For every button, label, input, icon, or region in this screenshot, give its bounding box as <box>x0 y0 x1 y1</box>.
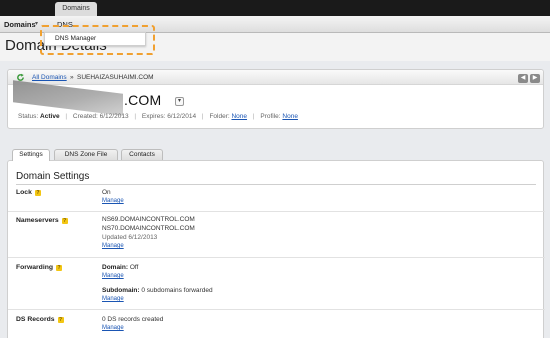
lock-label: Lock? <box>16 189 41 196</box>
profile-link[interactable]: None <box>282 113 298 120</box>
breadcrumb-current: SUEHAIZASUHAIMI.COM <box>77 74 154 81</box>
breadcrumb: All Domains » SUEHAIZASUHAIMI.COM ◀ ▶ <box>8 70 543 85</box>
help-icon[interactable]: ? <box>34 190 41 196</box>
divider <box>8 257 545 258</box>
forwarding-subdomain: Subdomain: 0 subdomains forwarded <box>102 287 213 294</box>
status-value: Active <box>40 113 60 120</box>
lock-value: On <box>102 189 111 196</box>
chevron-left-icon: ◀ <box>520 75 526 81</box>
nameserver-1: NS69.DOMAINCONTROL.COM <box>102 216 195 223</box>
breadcrumb-separator: » <box>70 74 74 81</box>
prev-domain-button[interactable]: ◀ <box>518 74 528 83</box>
nameserver-2: NS70.DOMAINCONTROL.COM <box>102 225 195 232</box>
tab-settings[interactable]: Settings <box>12 149 50 161</box>
next-domain-button[interactable]: ▶ <box>530 74 540 83</box>
divider <box>8 309 545 310</box>
top-tab-domains[interactable]: Domains <box>55 2 97 16</box>
forwarding-domain: Domain: Off <box>102 264 139 271</box>
top-bar: Domains <box>0 0 550 16</box>
help-icon[interactable]: ? <box>57 317 64 323</box>
tab-contacts[interactable]: Contacts <box>121 149 163 160</box>
help-icon[interactable]: ? <box>56 265 63 271</box>
expires-value: 6/12/2014 <box>167 113 197 120</box>
forwarding-subdomain-manage-link[interactable]: Manage <box>102 296 124 302</box>
nav-domains-menu[interactable]: Domains <box>4 20 36 29</box>
created-value: 6/12/2013 <box>99 113 129 120</box>
nameservers-label: Nameservers? <box>16 217 68 224</box>
highlight-box <box>40 25 155 55</box>
ds-records-value: 0 DS records created <box>102 316 164 323</box>
breadcrumb-all-domains[interactable]: All Domains <box>32 74 67 81</box>
help-icon[interactable]: ? <box>61 218 68 224</box>
ds-records-manage-link[interactable]: Manage <box>102 325 124 331</box>
settings-panel: Domain Settings Lock? On Manage Nameserv… <box>7 160 545 338</box>
divider <box>8 211 545 212</box>
redaction-block <box>13 80 123 116</box>
status-line: Status: Active | Created: 6/12/2013 | Ex… <box>18 113 298 120</box>
folder-link[interactable]: None <box>231 113 247 120</box>
forwarding-label: Forwarding? <box>16 264 63 271</box>
domain-info-panel: All Domains » SUEHAIZASUHAIMI.COM ◀ ▶ .C… <box>7 69 544 129</box>
chevron-right-icon: ▶ <box>532 75 538 81</box>
tab-dns-zone-file[interactable]: DNS Zone File <box>54 149 118 160</box>
ds-records-label: DS Records? <box>16 316 64 323</box>
chevron-down-icon[interactable]: ▾ <box>35 20 38 27</box>
settings-title: Domain Settings <box>16 171 90 182</box>
lock-manage-link[interactable]: Manage <box>102 198 124 204</box>
nameservers-updated: Updated 6/12/2013 <box>102 234 158 241</box>
forwarding-domain-manage-link[interactable]: Manage <box>102 273 124 279</box>
divider <box>16 184 536 185</box>
nameservers-manage-link[interactable]: Manage <box>102 243 124 249</box>
chevron-down-icon: ▾ <box>177 98 181 104</box>
domain-menu-button[interactable]: ▾ <box>175 97 184 106</box>
